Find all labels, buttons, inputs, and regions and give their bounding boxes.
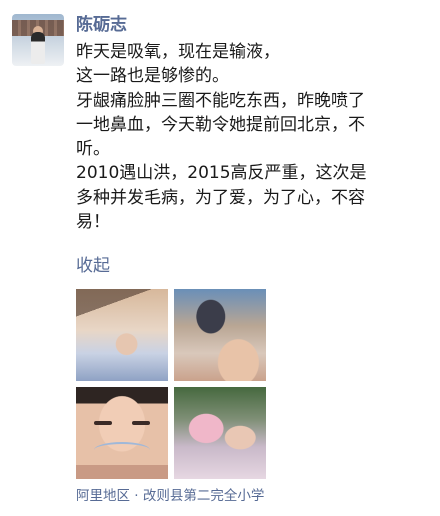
avatar-person-body — [31, 32, 45, 64]
collapse-link[interactable]: 收起 — [76, 255, 110, 277]
post-line: 易！ — [76, 212, 110, 233]
post-line: 牙龈痛脸肿三圈不能吃东西，昨晚喷了 — [76, 90, 365, 111]
post-line: 这一路也是够惨的。 — [76, 66, 229, 87]
post-line: 昨天是吸氧，现在是输液， — [76, 42, 280, 62]
post-text: 昨天是吸氧，现在是输液， 这一路也是够惨的。 牙龈痛脸肿三圈不能吃东西，昨晚喷了… — [76, 40, 431, 234]
photo-detail — [94, 442, 150, 458]
photo-thumbnail-2[interactable] — [174, 289, 266, 381]
post-line: 一地鼻血，今天勒令她提前回北京，不 — [76, 114, 365, 135]
photo-detail — [132, 421, 150, 425]
photo-detail — [94, 421, 112, 425]
photo-thumbnail-4[interactable] — [174, 387, 266, 479]
post-line: 2010遇山洪，2015高反严重，这次是 — [76, 163, 367, 184]
avatar[interactable] — [12, 14, 64, 66]
location-link[interactable]: 阿里地区 · 改则县第二完全小学 — [76, 486, 264, 506]
author-name[interactable]: 陈砺志 — [76, 14, 127, 36]
post-line: 多种并发毛病，为了爱，为了心，不容 — [76, 187, 365, 208]
photo-thumbnail-1[interactable] — [76, 289, 168, 381]
photo-thumbnail-3[interactable] — [76, 387, 168, 479]
post-line: 听。 — [76, 139, 110, 160]
